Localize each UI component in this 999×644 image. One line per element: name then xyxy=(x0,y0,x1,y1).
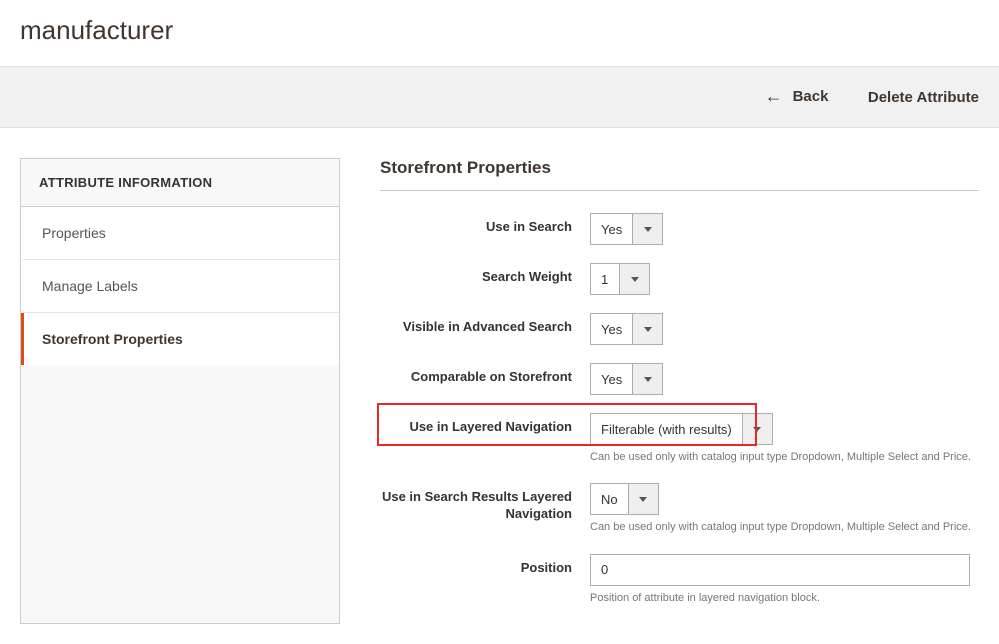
search-results-layered-nav-select[interactable]: No xyxy=(590,483,659,515)
use-in-search-select[interactable]: Yes xyxy=(590,213,663,245)
layered-navigation-select[interactable]: Filterable (with results) xyxy=(590,413,773,445)
delete-attribute-button[interactable]: Delete Attribute xyxy=(868,89,979,106)
field-label: Search Weight xyxy=(380,263,590,286)
field-control: Yes xyxy=(590,363,979,395)
select-value: No xyxy=(591,484,628,514)
chevron-down-icon xyxy=(619,264,649,294)
field-control: 1 xyxy=(590,263,979,295)
field-label: Use in Search Results Layered Navigation xyxy=(380,483,590,523)
chevron-down-icon xyxy=(632,364,662,394)
sidebar-item-properties[interactable]: Properties xyxy=(21,207,339,260)
field-layered-navigation: Use in Layered Navigation Filterable (wi… xyxy=(380,413,979,465)
field-help: Can be used only with catalog input type… xyxy=(590,450,979,465)
comparable-select[interactable]: Yes xyxy=(590,363,663,395)
sidebar-header: ATTRIBUTE INFORMATION xyxy=(21,159,339,207)
select-value: 1 xyxy=(591,264,619,294)
sidebar-item-label: Storefront Properties xyxy=(42,331,183,347)
select-value: Yes xyxy=(591,314,632,344)
select-value: Yes xyxy=(591,364,632,394)
select-value: Yes xyxy=(591,214,632,244)
chevron-down-icon xyxy=(628,484,658,514)
field-control: Position of attribute in layered navigat… xyxy=(590,554,979,606)
select-value: Filterable (with results) xyxy=(591,414,742,444)
sidebar-item-label: Properties xyxy=(42,225,106,241)
field-search-results-layered-nav: Use in Search Results Layered Navigation… xyxy=(380,483,979,535)
page-title: manufacturer xyxy=(0,0,999,66)
field-help: Can be used only with catalog input type… xyxy=(590,520,979,535)
field-control: Yes xyxy=(590,313,979,345)
back-button[interactable]: ← Back xyxy=(765,87,829,105)
sidebar-item-manage-labels[interactable]: Manage Labels xyxy=(21,260,339,313)
main-panel: Storefront Properties Use in Search Yes … xyxy=(380,158,979,624)
field-control: Filterable (with results) Can be used on… xyxy=(590,413,979,465)
field-visible-advanced-search: Visible in Advanced Search Yes xyxy=(380,313,979,345)
field-label: Comparable on Storefront xyxy=(380,363,590,386)
chevron-down-icon xyxy=(632,314,662,344)
back-button-label: Back xyxy=(793,88,829,105)
sidebar: ATTRIBUTE INFORMATION Properties Manage … xyxy=(20,158,340,624)
field-label: Use in Search xyxy=(380,213,590,236)
visible-advanced-select[interactable]: Yes xyxy=(590,313,663,345)
field-position: Position Position of attribute in layere… xyxy=(380,554,979,606)
delete-button-label: Delete Attribute xyxy=(868,89,979,106)
field-control: Yes xyxy=(590,213,979,245)
sidebar-item-storefront-properties[interactable]: Storefront Properties xyxy=(21,313,339,365)
chevron-down-icon xyxy=(632,214,662,244)
arrow-left-icon: ← xyxy=(765,87,783,105)
field-search-weight: Search Weight 1 xyxy=(380,263,979,295)
content-wrap: ATTRIBUTE INFORMATION Properties Manage … xyxy=(0,128,999,644)
field-label: Use in Layered Navigation xyxy=(380,413,590,436)
position-input[interactable] xyxy=(590,554,970,586)
field-label: Position xyxy=(380,554,590,577)
field-use-in-search: Use in Search Yes xyxy=(380,213,979,245)
field-help: Position of attribute in layered navigat… xyxy=(590,591,979,606)
field-comparable-storefront: Comparable on Storefront Yes xyxy=(380,363,979,395)
chevron-down-icon xyxy=(742,414,772,444)
search-weight-select[interactable]: 1 xyxy=(590,263,650,295)
field-control: No Can be used only with catalog input t… xyxy=(590,483,979,535)
action-bar: ← Back Delete Attribute xyxy=(0,66,999,128)
section-title: Storefront Properties xyxy=(380,158,979,191)
sidebar-item-label: Manage Labels xyxy=(42,278,138,294)
field-label: Visible in Advanced Search xyxy=(380,313,590,336)
